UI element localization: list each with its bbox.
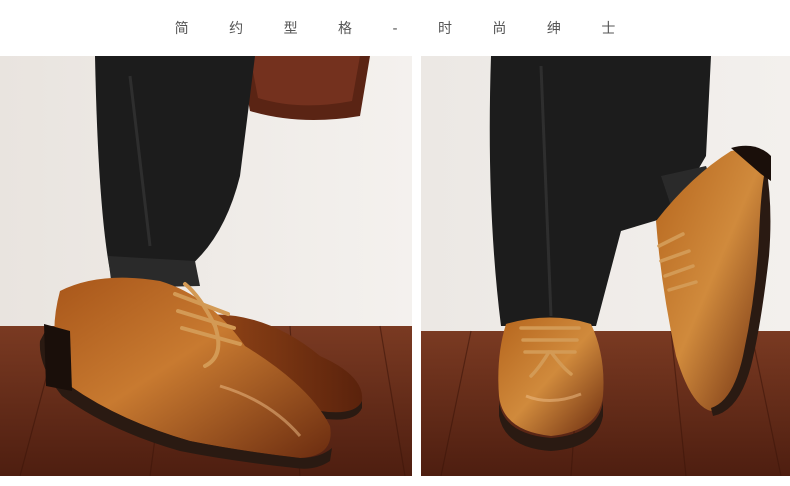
header-banner: 简 约 型 格 - 时 尚 绅 士 [0,0,790,56]
product-photo-side [0,56,412,476]
product-photo-front [421,56,790,476]
shoe-side-illustration [0,56,412,476]
banner-title: 简 约 型 格 - 时 尚 绅 士 [174,21,634,37]
shoe-front-illustration [421,56,790,476]
